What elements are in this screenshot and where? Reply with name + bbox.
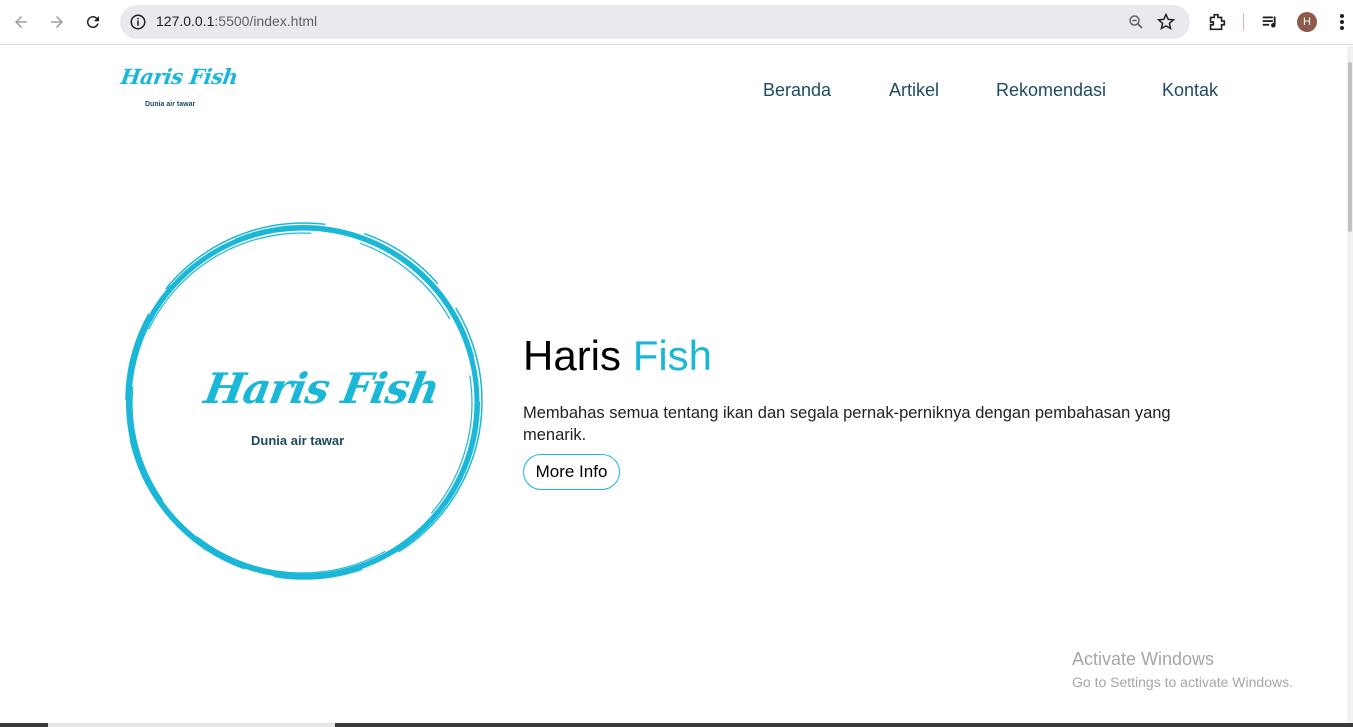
hero-title-main: Haris <box>523 332 622 379</box>
more-info-button[interactable]: More Info <box>523 454 620 490</box>
zoom-icon[interactable] <box>1127 13 1145 31</box>
address-bar[interactable]: 127.0.0.1:5500/index.html <box>120 5 1190 39</box>
extensions-icon[interactable] <box>1206 11 1228 33</box>
logo-script-text: Haris Fish <box>119 64 240 89</box>
profile-avatar[interactable]: H <box>1297 12 1317 32</box>
nav-kontak[interactable]: Kontak <box>1162 80 1218 101</box>
reload-button[interactable] <box>81 10 105 34</box>
url-text[interactable]: 127.0.0.1:5500/index.html <box>156 13 317 29</box>
scrollbar-thumb[interactable] <box>1348 62 1352 232</box>
nav-rekomendasi[interactable]: Rekomendasi <box>996 80 1106 101</box>
toolbar-divider <box>1243 13 1244 31</box>
scrollbar-segment <box>0 723 48 727</box>
vertical-scrollbar[interactable] <box>1347 46 1353 727</box>
media-control-icon[interactable] <box>1260 11 1282 33</box>
hero-logo-tagline: Dunia air tawar <box>251 433 345 448</box>
nav-artikel[interactable]: Artikel <box>889 80 939 101</box>
windows-activation-subtitle: Go to Settings to activate Windows. <box>1072 674 1293 690</box>
scrollbar-segment <box>335 723 1353 727</box>
forward-button[interactable] <box>45 10 69 34</box>
arrow-right-icon <box>51 16 63 28</box>
hero-logo-script: Haris Fish <box>200 364 443 413</box>
logo-tagline: Dunia air tawar <box>145 101 196 108</box>
info-icon[interactable] <box>129 13 147 31</box>
browser-toolbar: 127.0.0.1:5500/index.html H <box>0 0 1353 45</box>
site-logo[interactable]: Haris Fish Dunia air tawar <box>118 64 239 114</box>
horizontal-scrollbar[interactable] <box>0 723 1353 727</box>
page-viewport: Haris Fish Dunia air tawar Beranda Artik… <box>0 46 1353 727</box>
hero-title-accent: Fish <box>632 332 713 379</box>
reload-icon <box>86 16 99 29</box>
windows-activation-title: Activate Windows <box>1072 649 1215 669</box>
kebab-menu-icon[interactable] <box>1333 11 1351 33</box>
hero-description: Membahas semua tentang ikan dan segala p… <box>523 404 1171 444</box>
bookmark-star-icon[interactable] <box>1156 12 1176 32</box>
arrow-left-icon <box>15 16 27 28</box>
hero-title: Haris Fish <box>523 332 712 380</box>
back-button[interactable] <box>9 10 33 34</box>
nav-beranda[interactable]: Beranda <box>763 80 831 101</box>
